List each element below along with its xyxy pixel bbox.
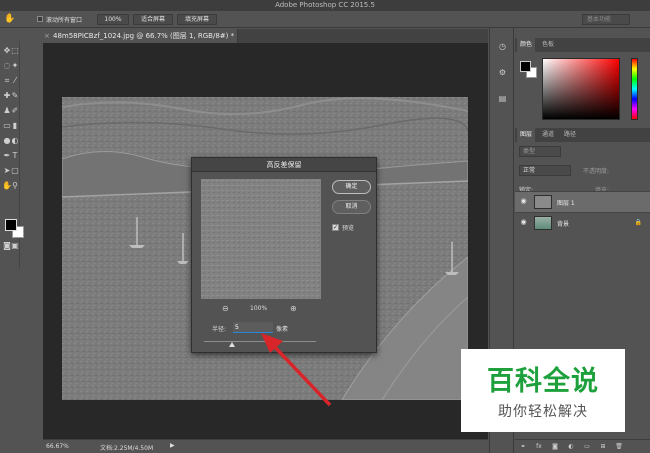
trash-icon[interactable]: 🗑: [615, 442, 623, 451]
adjustment-layer-icon[interactable]: ◐: [567, 442, 575, 451]
tab-channels[interactable]: 通道: [539, 128, 557, 142]
layers-panel-footer: ⚭ fx ◙ ◐ ▭ ⊞ 🗑: [515, 439, 650, 453]
shape-tool-icon[interactable]: ▢: [10, 166, 20, 176]
radius-label: 半径:: [212, 326, 227, 333]
history-brush-icon[interactable]: ✐: [10, 106, 20, 116]
workspace-select[interactable]: 基本功能: [582, 14, 630, 25]
cancel-button[interactable]: 取消: [332, 200, 371, 214]
status-zoom[interactable]: 66.67%: [46, 443, 69, 450]
eye-icon[interactable]: ◉: [519, 218, 528, 227]
magic-wand-icon[interactable]: ✦: [10, 61, 20, 71]
color-panel-tabs: 颜色 色板: [515, 38, 650, 52]
layer-mask-icon[interactable]: ◙: [551, 442, 559, 451]
layer-name[interactable]: 背景: [557, 219, 569, 228]
marquee-tool-icon[interactable]: ⬚: [10, 46, 20, 56]
preview-texture: [201, 179, 321, 299]
type-tool-icon[interactable]: T: [10, 151, 20, 161]
fit-screen-button[interactable]: 适合屏幕: [133, 14, 173, 25]
layer-thumbnail: [534, 216, 552, 230]
layer-row[interactable]: ◉ 图层 1: [515, 191, 650, 212]
zoom-100-button[interactable]: 100%: [97, 14, 129, 25]
document-tab[interactable]: × 48m58PICBzf_1024.jpg @ 66.7% (图层 1, RG…: [43, 29, 238, 43]
preview-label: 预览: [342, 225, 355, 232]
new-group-icon[interactable]: ▭: [583, 442, 591, 451]
hue-slider[interactable]: [631, 58, 638, 120]
layer-style-icon[interactable]: fx: [535, 442, 543, 451]
radius-slider-thumb[interactable]: [229, 342, 235, 347]
scroll-all-windows-checkbox[interactable]: [37, 16, 43, 22]
layer-name[interactable]: 图层 1: [557, 198, 575, 207]
status-bar: 66.67% 文档:2.25M/4.50M ▶: [43, 439, 488, 453]
tab-swatches[interactable]: 色板: [539, 38, 557, 52]
foreground-color-swatch[interactable]: [5, 219, 17, 231]
radius-unit-label: 像素: [276, 326, 289, 333]
fill-screen-button[interactable]: 填充屏幕: [177, 14, 217, 25]
watermark-sub-text: 助你轻松解决: [498, 404, 588, 420]
screen-mode-icon[interactable]: ▣: [10, 241, 20, 251]
link-layers-icon[interactable]: ⚭: [519, 442, 527, 451]
hand-tool-icon[interactable]: ✋: [4, 14, 16, 25]
properties-icon[interactable]: ⚙: [496, 66, 509, 79]
preview-checkbox[interactable]: ✓: [332, 224, 339, 231]
options-bar: ✋ 滚动所有窗口 100% 适合屏幕 填充屏幕 基本功能: [0, 11, 650, 28]
zoom-in-icon[interactable]: ⊕: [290, 304, 300, 314]
eye-icon[interactable]: ◉: [519, 197, 528, 206]
opacity-label: 不透明度:: [583, 168, 610, 175]
layer-thumbnail: [534, 195, 552, 209]
blend-mode-select[interactable]: 正常: [519, 165, 571, 176]
lock-icon: 🔒: [634, 219, 642, 226]
status-doc-size: 文档:2.25M/4.50M: [100, 445, 154, 452]
tab-layers[interactable]: 图层: [517, 128, 536, 142]
watermark-logo: 百科全说 助你轻松解决: [461, 349, 625, 432]
dialog-title: 高反差保留: [192, 158, 376, 172]
history-icon[interactable]: ◷: [496, 40, 509, 53]
tab-color[interactable]: 颜色: [517, 38, 536, 52]
tab-paths[interactable]: 路径: [561, 128, 579, 142]
watermark-main-text: 百科全说: [487, 366, 599, 397]
radius-slider-track[interactable]: [204, 341, 316, 342]
brush-tool-icon[interactable]: ✎: [10, 91, 20, 101]
photoshop-window: Adobe Photoshop CC 2015.5 ✋ 滚动所有窗口 100% …: [0, 0, 650, 453]
ok-button[interactable]: 确定: [332, 180, 371, 194]
document-tab-title: 48m58PICBzf_1024.jpg @ 66.7% (图层 1, RGB/…: [53, 32, 235, 40]
zoom-tool-icon[interactable]: ⚲: [10, 181, 20, 191]
status-arrow-icon[interactable]: ▶: [170, 442, 175, 449]
close-icon[interactable]: ×: [44, 29, 50, 43]
high-pass-dialog: 高反差保留 确定 取消 ✓ 预览 ⊖ 100% ⊕ 半径: 5 像素: [191, 157, 377, 353]
preview-zoom-value: 100%: [250, 305, 268, 312]
zoom-out-icon[interactable]: ⊖: [222, 304, 232, 314]
panel-foreground-swatch[interactable]: [520, 61, 531, 72]
dodge-tool-icon[interactable]: ◐: [10, 136, 20, 146]
adjustments-icon[interactable]: ▤: [496, 92, 509, 105]
eyedropper-icon[interactable]: ⁄: [10, 76, 20, 86]
radius-input[interactable]: 5: [233, 322, 273, 333]
app-title: Adobe Photoshop CC 2015.5: [275, 1, 375, 9]
title-bar: Adobe Photoshop CC 2015.5: [0, 0, 650, 11]
dialog-preview-pane[interactable]: [201, 179, 321, 299]
gradient-tool-icon[interactable]: ▮: [10, 121, 20, 131]
layers-panel-tabs: 图层 通道 路径: [515, 128, 650, 142]
new-layer-icon[interactable]: ⊞: [599, 442, 607, 451]
layer-row[interactable]: ◉ 背景 🔒: [515, 212, 650, 233]
color-picker-field[interactable]: [542, 58, 620, 120]
layer-filter-select[interactable]: 类型: [519, 146, 561, 157]
scroll-all-windows-label: 滚动所有窗口: [46, 17, 83, 24]
